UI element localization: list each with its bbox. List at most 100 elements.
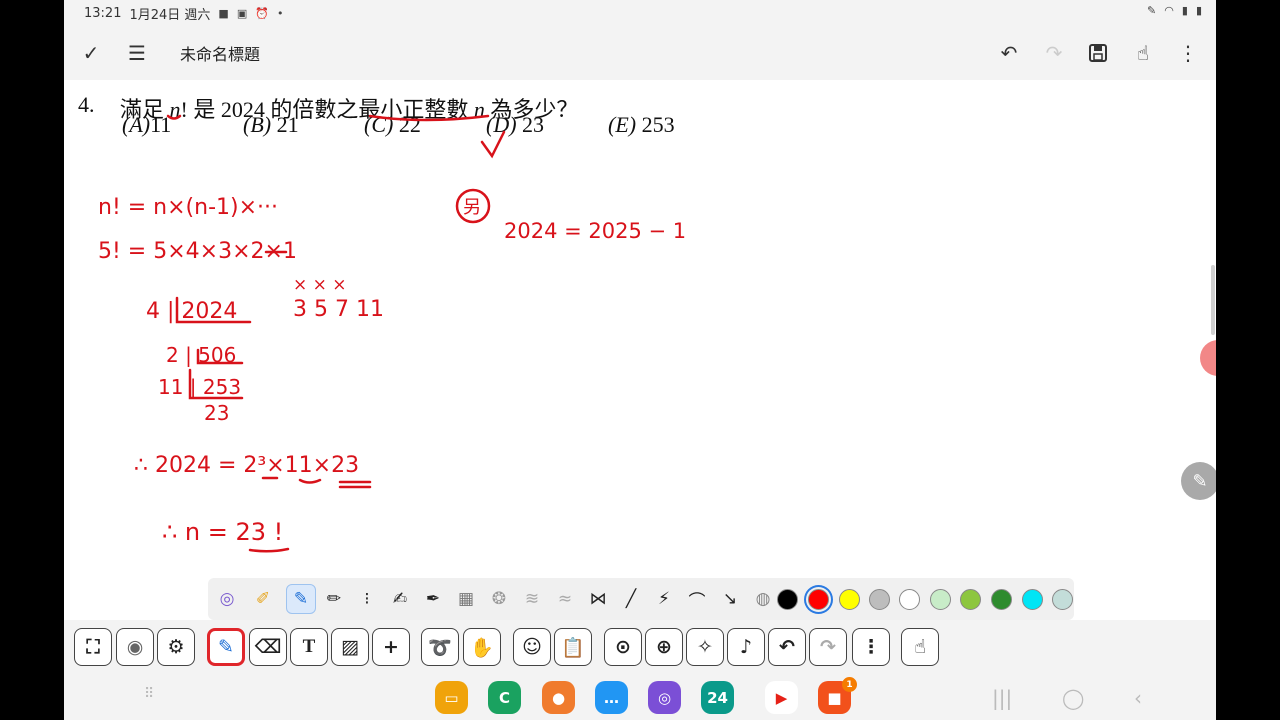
date: 1月24日 週六: [129, 8, 211, 23]
search-page-icon[interactable]: ⊙: [604, 628, 642, 666]
view-mode-icon[interactable]: ◉: [116, 628, 154, 666]
curve-tool-icon[interactable]: ⌒: [682, 584, 712, 614]
hw-result1: ∴ 2024 = 2³×11×23: [134, 453, 359, 478]
status-bar: 13:21 1月24日 週六 ■ ▣ ⏰ • ✎ ◠ ▮ ▮: [64, 0, 1216, 26]
pen-case-icon[interactable]: ✐: [248, 584, 278, 614]
audio-note-icon[interactable]: ♪: [727, 628, 765, 666]
eraser-icon[interactable]: ⌫: [249, 628, 287, 666]
calendar-app-icon[interactable]: 24: [701, 681, 734, 714]
underline-key-phrase: [368, 114, 490, 122]
back-button[interactable]: ‹: [1134, 686, 1142, 710]
checkmark: [480, 130, 506, 159]
color-swatch-gray[interactable]: [869, 589, 890, 610]
laser-pointer-icon[interactable]: ✧: [686, 628, 724, 666]
sticker-icon[interactable]: ☺: [513, 628, 551, 666]
recent-app-icon[interactable]: ■ 1: [818, 677, 857, 714]
bow-shape-icon[interactable]: ⋈: [583, 584, 613, 614]
toolbar-redo-icon[interactable]: ↷: [809, 628, 847, 666]
bottom-toolbar: ⛶ ◉ ⚙ ✎ ⌫ T ▨ + ➰ ✋ ☺ 📋 ⊙ ⊕ ✧ ♪ ↶ ↷ ⋮ ☝: [64, 620, 1216, 676]
phone-app-icon[interactable]: C: [488, 681, 521, 714]
gallery-icon: ▣: [236, 7, 248, 20]
hw-xs: × × ×: [293, 275, 347, 295]
menu-icon[interactable]: ☰: [122, 38, 152, 68]
done-check-icon[interactable]: ✓: [76, 38, 106, 68]
hw-result2: ∴ n = 23 !: [162, 518, 283, 546]
text-tool-icon[interactable]: T: [290, 628, 328, 666]
browser-app-icon[interactable]: ◎: [648, 681, 681, 714]
calligraphy-pen-icon[interactable]: ✒: [418, 584, 448, 614]
video-icon: ■: [218, 7, 229, 20]
hw-primes: 3 5 7 11: [293, 297, 384, 322]
clipboard-icon[interactable]: 📋: [554, 628, 592, 666]
pen-icon: ✎: [1147, 4, 1157, 17]
wifi-icon: ◠: [1164, 4, 1174, 17]
toolbar-undo-icon[interactable]: ↶: [768, 628, 806, 666]
touch-draw-toggle-icon[interactable]: ☝: [901, 628, 939, 666]
pen-tool-icon[interactable]: ✎: [207, 628, 245, 666]
touch-draw-icon[interactable]: ☝: [1128, 38, 1158, 68]
hw-side-eq: 2024 = 2025 − 1: [504, 219, 686, 243]
arrow-tool-icon[interactable]: ↘: [715, 584, 745, 614]
messages-app-icon[interactable]: …: [595, 681, 628, 714]
pen-palette: ◎ ✐ ✎ ✏ ⁝ ✍ ✒ ▦ ❂ ≋ ≈ ⋈ ╱ ⚡ ⌒ ↘ ◍: [208, 578, 1074, 620]
folder-app-icon[interactable]: ▭: [435, 681, 468, 714]
clock: 13:21: [84, 6, 122, 21]
hw-div3: 11 | 253: [158, 375, 241, 399]
fullscreen-icon[interactable]: ⛶: [74, 628, 112, 666]
fountain-pen-icon[interactable]: ✎: [286, 584, 316, 614]
app-bar: ✓ ☰ 未命名標題 ↶ ↷ ☝ ⋮: [64, 26, 1216, 80]
toolbar-more-icon[interactable]: ⋮: [852, 628, 890, 666]
marker-icon[interactable]: ✏: [319, 584, 349, 614]
color-swatch-yellow[interactable]: [839, 589, 860, 610]
save-icon[interactable]: [1083, 38, 1113, 68]
add-icon[interactable]: +: [372, 628, 410, 666]
hw-div2: 2 | 506: [166, 343, 236, 367]
color-swatch-mint[interactable]: [930, 589, 951, 610]
hand-scroll-icon[interactable]: ✋: [463, 628, 501, 666]
youtube-app-icon[interactable]: ▶: [765, 681, 798, 714]
hw-div1: 4 | 2024: [146, 299, 237, 324]
battery-icon: ▮: [1195, 4, 1202, 17]
image-insert-icon[interactable]: ▨: [331, 628, 369, 666]
zoom-icon[interactable]: ⊕: [645, 628, 683, 666]
underline-eleven: [298, 478, 322, 484]
pen-settings-icon[interactable]: ◎: [212, 584, 242, 614]
undo-icon[interactable]: ↶: [994, 38, 1024, 68]
zigzag-tool-icon[interactable]: ⚡: [649, 584, 679, 614]
pattern-pen-icon[interactable]: ▦: [451, 584, 481, 614]
note-title[interactable]: 未命名標題: [180, 41, 260, 65]
color-picker-icon[interactable]: ◍: [748, 584, 778, 614]
more-options-icon[interactable]: ⋮: [1173, 38, 1203, 68]
brush-icon[interactable]: ✍: [385, 584, 415, 614]
spray-icon[interactable]: ❂: [484, 584, 514, 614]
redo-icon[interactable]: ↷: [1039, 38, 1069, 68]
underline-answer: [248, 547, 290, 553]
dotted-pen-icon[interactable]: ⁝: [352, 584, 382, 614]
color-swatch-black[interactable]: [777, 589, 798, 610]
note-canvas[interactable]: 4. 滿足 n! 是 2024 的倍數之最小正整數 n 為多少？ (A)11 (…: [64, 80, 1216, 620]
scroll-indicator[interactable]: [1211, 265, 1215, 335]
navigation-dock: ⠿ ▭ C ● … ◎ 24 ▶ ■ 1 ||| ◯ ‹: [64, 676, 1216, 720]
hw-div4: 23: [204, 401, 229, 425]
home-button[interactable]: ◯: [1062, 686, 1084, 710]
pencil-texture-icon[interactable]: ≋: [517, 584, 547, 614]
notification-badge: 1: [842, 677, 857, 692]
color-swatch-pale-teal[interactable]: [1052, 589, 1073, 610]
color-swatch-lime[interactable]: [960, 589, 981, 610]
color-swatch-white[interactable]: [899, 589, 920, 610]
floating-pen-button[interactable]: ✎: [1181, 462, 1216, 500]
color-swatch-cyan[interactable]: [1022, 589, 1043, 610]
apps-grid-icon[interactable]: ⠿: [144, 686, 154, 702]
chalk-icon[interactable]: ≈: [550, 584, 580, 614]
underline-n: [166, 114, 182, 120]
contacts-app-icon[interactable]: ●: [542, 681, 575, 714]
hw-side-label: 另: [463, 197, 481, 218]
color-swatch-red[interactable]: [808, 589, 829, 610]
recent-apps-button[interactable]: |||: [992, 686, 1012, 710]
signal-icon: ▮: [1181, 4, 1188, 17]
color-swatch-green[interactable]: [991, 589, 1012, 610]
hw-line2: 5! = 5×4×3×2×1: [98, 239, 297, 264]
line-tool-icon[interactable]: ╱: [616, 584, 646, 614]
lasso-icon[interactable]: ➰: [421, 628, 459, 666]
page-settings-icon[interactable]: ⚙: [157, 628, 195, 666]
